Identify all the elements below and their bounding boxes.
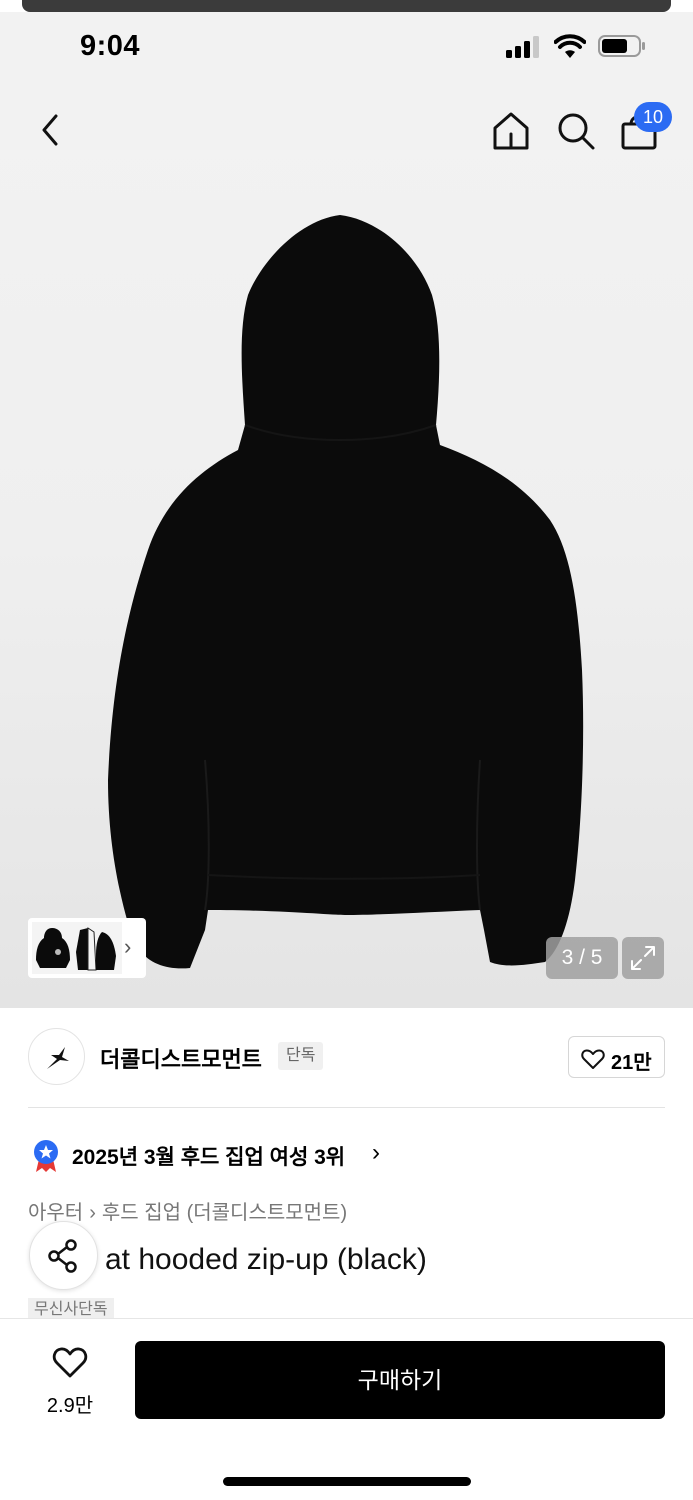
divider	[28, 1107, 665, 1108]
wifi-icon	[554, 34, 586, 58]
thumbnail-images	[32, 922, 122, 974]
search-icon[interactable]	[555, 110, 597, 152]
buy-button[interactable]: 구매하기	[135, 1341, 665, 1419]
cellular-signal-icon	[506, 36, 542, 58]
breadcrumb-separator-icon: ›	[89, 1202, 96, 1224]
thumbnail-chevron-icon: ›	[124, 934, 132, 959]
exclusive-tag: 무신사단독	[28, 1298, 114, 1318]
ranking-text: 2025년 3월 후드 집업 여성 3위	[72, 1146, 346, 1169]
wishlist-count: 2.9만	[46, 1395, 94, 1417]
product-title: at hooded zip-up (black)	[105, 1243, 427, 1276]
brand-like-count: 21만	[611, 1052, 652, 1074]
home-icon[interactable]	[490, 110, 532, 152]
breadcrumb: 아우터 › 후드 집업 (더콜디스트모먼트)	[28, 1196, 347, 1225]
thumbnail-strip[interactable]: ›	[28, 918, 146, 978]
breadcrumb-item-outer[interactable]: 아우터	[28, 1202, 83, 1224]
brand-exclusive-tag: 단독	[278, 1042, 324, 1070]
product-image-gallery[interactable]: 10 › 3 / 5	[0, 80, 693, 1008]
brand-like-button[interactable]: 21만	[568, 1036, 665, 1078]
ranking-chevron-icon: ›	[372, 1139, 380, 1166]
brand-row: 더콜디스트모먼트 단독 21만	[28, 1028, 665, 1088]
share-icon	[48, 1239, 77, 1273]
home-indicator	[223, 1477, 471, 1486]
cart-count-badge: 10	[634, 102, 672, 132]
image-page-counter: 3 / 5	[546, 937, 618, 979]
ranking-link[interactable]: 2025년 3월 후드 집업 여성 3위 ›	[32, 1137, 632, 1173]
heart-icon	[52, 1347, 88, 1378]
battery-icon	[598, 35, 645, 57]
back-chevron-icon[interactable]	[34, 110, 66, 150]
star-logo-icon	[47, 1047, 69, 1069]
breadcrumb-item-category[interactable]: 후드 집업 (더콜디스트모먼트)	[102, 1202, 347, 1224]
ranking-badge-icon	[34, 1140, 58, 1172]
status-bar: 9:04	[0, 12, 693, 80]
wishlist-button[interactable]: 2.9만	[28, 1341, 112, 1421]
brand-name[interactable]: 더콜디스트모먼트	[100, 1042, 262, 1074]
hoodie-product-image	[108, 215, 584, 969]
bottom-action-bar: 2.9만 구매하기	[0, 1318, 693, 1500]
expand-icon[interactable]	[622, 937, 664, 979]
share-button[interactable]	[29, 1221, 98, 1290]
heart-icon	[581, 1049, 605, 1069]
device-top-strip	[22, 0, 671, 12]
status-time: 9:04	[80, 30, 141, 62]
brand-logo[interactable]	[28, 1028, 85, 1085]
